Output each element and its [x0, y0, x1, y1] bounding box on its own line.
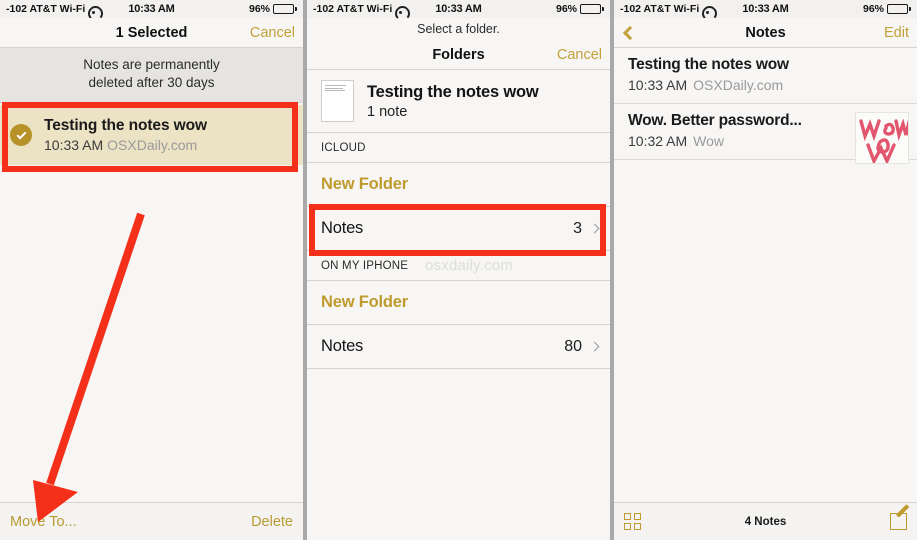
back-button[interactable]: [622, 25, 638, 40]
folder-name-label: Notes: [321, 337, 364, 355]
chevron-left-icon: [622, 25, 638, 40]
panel-notes-selection: -102 AT&T Wi-Fi 10:33 AM 96% 1 Selected …: [0, 0, 303, 540]
cancel-button[interactable]: Cancel: [557, 47, 602, 63]
battery-icon: [580, 4, 604, 14]
selected-note-wrapper: Testing the notes wow 10:33 AM OSXDaily.c…: [0, 102, 303, 173]
panel3-toolbar: 4 Notes: [614, 502, 917, 540]
section-header-on-my-iphone-label: ON MY IPHONE: [321, 259, 409, 272]
note-meta: 10:33 AM OSXDaily.com: [44, 137, 207, 153]
compose-note-icon: [890, 513, 907, 530]
compose-note-button[interactable]: [890, 513, 907, 530]
destination-note-title: Testing the notes wow: [367, 82, 539, 101]
note-row-text: Testing the notes wow 10:33 AM OSXDaily.c…: [44, 117, 207, 153]
notes-count-label: 4 Notes: [744, 515, 787, 528]
note-source: Wow: [693, 133, 725, 149]
panel-folder-picker: -102 AT&T Wi-Fi 10:33 AM 96% Select a fo…: [307, 0, 610, 540]
delete-button[interactable]: Delete: [251, 514, 293, 530]
status-bar-right: 96%: [249, 3, 297, 15]
battery-icon: [273, 4, 297, 14]
status-bar: -102 AT&T Wi-Fi 10:33 AM 96%: [614, 0, 917, 18]
deleted-notice-line2: deleted after 30 days: [88, 75, 215, 91]
panel2-empty-area: [307, 369, 610, 540]
folder-row-notes-icloud[interactable]: Notes 3: [307, 207, 610, 251]
folder-row-notes-icloud-wrapper: Notes 3: [307, 204, 610, 256]
note-source: OSXDaily.com: [107, 137, 198, 154]
folder-count-label: 80: [564, 337, 582, 355]
note-title: Testing the notes wow: [44, 117, 207, 135]
status-bar-right: 96%: [863, 3, 911, 15]
folder-name-label: Notes: [321, 219, 364, 237]
status-bar: -102 AT&T Wi-Fi 10:33 AM 96%: [0, 0, 303, 18]
folder-row-new-folder-iphone[interactable]: New Folder: [307, 281, 610, 325]
list-item[interactable]: Wow. Better password... 10:32 AM Wow: [614, 104, 917, 164]
cancel-button[interactable]: Cancel: [250, 25, 295, 41]
panel3-navbar: Notes Edit: [614, 18, 917, 48]
note-row-selected[interactable]: Testing the notes wow 10:33 AM OSXDaily.c…: [0, 105, 303, 166]
section-header-icloud: ICLOUD: [307, 133, 610, 163]
section-header-on-my-iphone: ON MY IPHONE osxdaily.com: [307, 251, 610, 281]
battery-percent-label: 96%: [862, 3, 884, 15]
folder-count-label: 3: [573, 219, 582, 237]
note-source: OSXDaily.com: [693, 77, 784, 93]
folder-row-notes-iphone[interactable]: Notes 80: [307, 325, 610, 369]
select-folder-prompt: Select a folder.: [307, 18, 610, 40]
status-bar: -102 AT&T Wi-Fi 10:33 AM 96%: [307, 0, 610, 18]
battery-percent-label: 96%: [555, 3, 577, 15]
note-time: 10:32 AM: [628, 133, 688, 149]
move-to-button[interactable]: Move To...: [10, 514, 77, 530]
watermark-label: osxdaily.com: [425, 257, 513, 274]
status-bar-right: 96%: [556, 3, 604, 15]
deleted-notice-line1: Notes are permanently: [83, 57, 220, 72]
edit-button[interactable]: Edit: [884, 25, 909, 41]
grid-view-icon[interactable]: [624, 513, 641, 530]
list-item[interactable]: Testing the notes wow 10:33 AM OSXDaily.c…: [614, 48, 917, 104]
destination-note-row: Testing the notes wow 1 note: [307, 70, 610, 133]
new-folder-label: New Folder: [321, 175, 408, 193]
three-panel-screenshot: -102 AT&T Wi-Fi 10:33 AM 96% 1 Selected …: [0, 0, 917, 540]
destination-note-count: 1 note: [367, 103, 408, 120]
panel-notes-list: -102 AT&T Wi-Fi 10:33 AM 96% Notes Edit …: [614, 0, 917, 540]
note-time: 10:33 AM: [628, 77, 688, 93]
panel1-toolbar: Move To... Delete: [0, 502, 303, 540]
note-title: Testing the notes wow: [628, 56, 789, 73]
folder-row-new-folder-icloud[interactable]: New Folder: [307, 163, 610, 207]
chevron-right-icon: [589, 341, 600, 352]
note-time: 10:33 AM: [44, 137, 104, 154]
wow-handwriting-thumbnail: [855, 112, 909, 164]
new-folder-label: New Folder: [321, 293, 408, 311]
battery-percent-label: 96%: [248, 3, 270, 15]
note-page-thumbnail: [321, 80, 354, 122]
panel2-navbar: Folders Cancel: [307, 40, 610, 70]
note-meta: 10:33 AM OSXDaily.com: [628, 77, 907, 93]
section-header-icloud-label: ICLOUD: [321, 141, 366, 154]
destination-note-text: Testing the notes wow 1 note: [367, 83, 539, 120]
panel1-navbar: 1 Selected Cancel: [0, 18, 303, 48]
battery-icon: [887, 4, 911, 14]
panel3-title: Notes: [745, 24, 786, 41]
deleted-notice-banner: Notes are permanently deleted after 30 d…: [0, 48, 303, 104]
chevron-right-icon: [589, 223, 600, 234]
check-circle-icon[interactable]: [10, 124, 32, 147]
